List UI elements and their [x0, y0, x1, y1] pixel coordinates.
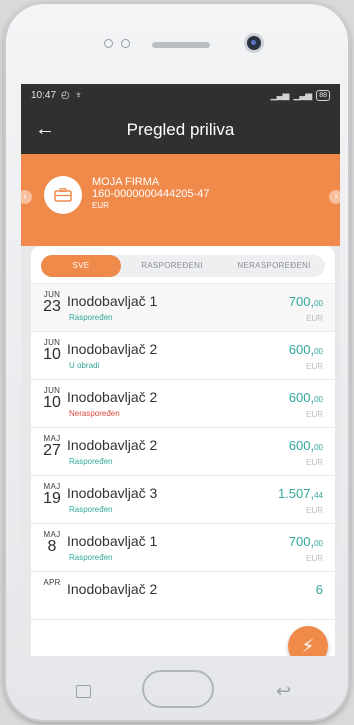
- tab-assigned[interactable]: RASPOREĐENI: [121, 255, 223, 277]
- transaction-row[interactable]: JUN 10 Inodobavljač 2 U obradi 600,00 EU…: [31, 332, 335, 380]
- row-amount-dec: 00: [314, 443, 323, 452]
- back-button[interactable]: ↩: [276, 681, 291, 702]
- sensor-dots: [104, 39, 130, 48]
- row-day: 19: [43, 490, 61, 507]
- filter-tabs: SVE RASPOREĐENI NERASPOREĐENI: [41, 255, 325, 277]
- row-payer: Inodobavljač 1: [67, 533, 158, 549]
- row-amount-int: 700,: [288, 294, 315, 309]
- row-payer: Inodobavljač 2: [67, 581, 158, 597]
- row-amount: 600,00: [289, 342, 323, 357]
- account-name: MOJA FIRMA: [92, 176, 160, 188]
- row-amount-dec: 00: [314, 347, 323, 356]
- row-date: APR: [39, 578, 65, 587]
- row-amount-dec: 00: [314, 395, 323, 404]
- chevron-left-icon[interactable]: ‹: [21, 190, 32, 204]
- row-amount-dec: 00: [314, 299, 323, 308]
- row-amount: 700,00: [289, 534, 323, 549]
- battery-icon: 88: [316, 89, 330, 101]
- account-info[interactable]: MOJA FIRMA 160-0000000444205-47 EUR: [92, 176, 209, 212]
- row-date: JUN 10: [39, 338, 65, 363]
- row-day: 23: [43, 298, 61, 315]
- row-currency: EUR: [306, 554, 323, 563]
- row-payer: Inodobavljač 2: [67, 341, 158, 357]
- transaction-row[interactable]: MAJ 27 Inodobavljač 2 Raspoređen 600,00 …: [31, 428, 335, 476]
- briefcase-icon: [44, 176, 82, 214]
- tab-all[interactable]: SVE: [41, 255, 121, 277]
- earpiece-speaker: [152, 42, 210, 48]
- tab-unassigned[interactable]: NERASPOREĐENI: [223, 255, 325, 277]
- app-bar: ← Pregled priliva: [21, 106, 340, 154]
- transaction-row[interactable]: MAJ 8 Inodobavljač 1 Raspoređen 700,00 E…: [31, 524, 335, 572]
- row-date: MAJ 19: [39, 482, 65, 507]
- row-amount-int: 700,: [288, 534, 315, 549]
- app-screen: 10:47 ◴ ♆ ▁▃▅ ▁▃▅ 88 ← Pregled priliva ‹: [21, 84, 340, 656]
- row-amount-int: 6: [315, 582, 323, 597]
- row-status: Raspoređen: [69, 553, 113, 562]
- row-day: 10: [43, 346, 61, 363]
- row-amount-int: 600,: [288, 438, 315, 453]
- arrow-left-icon[interactable]: ←: [35, 118, 55, 140]
- chevron-right-icon[interactable]: ›: [329, 190, 340, 204]
- row-payer: Inodobavljač 2: [67, 389, 158, 405]
- notification-icon: ♆: [74, 89, 83, 101]
- row-status: Raspoređen: [69, 313, 113, 322]
- row-amount: 700,00: [289, 294, 323, 309]
- alarm-icon: ◴: [61, 89, 70, 101]
- transactions-card: SVE RASPOREĐENI NERASPOREĐENI JUN 23 Ino…: [31, 246, 335, 656]
- row-amount-int: 600,: [288, 342, 315, 357]
- transaction-row[interactable]: APR Inodobavljač 2 6: [31, 572, 335, 620]
- account-currency: EUR: [92, 201, 109, 210]
- row-amount-int: 1.507,: [277, 486, 315, 501]
- row-date: JUN 10: [39, 386, 65, 411]
- row-date: JUN 23: [39, 290, 65, 315]
- row-payer: Inodobavljač 2: [67, 437, 158, 453]
- row-currency: EUR: [306, 362, 323, 371]
- row-date: MAJ 8: [39, 530, 65, 555]
- recent-apps-button[interactable]: [76, 685, 91, 698]
- row-day: 10: [43, 394, 61, 411]
- transaction-row[interactable]: MAJ 19 Inodobavljač 3 Raspoređen 1.507,4…: [31, 476, 335, 524]
- row-currency: EUR: [306, 410, 323, 419]
- transaction-list: JUN 23 Inodobavljač 1 Raspoređen 700,00 …: [31, 283, 335, 620]
- row-amount-dec: 44: [314, 491, 323, 500]
- row-status: Neraspoređen: [69, 409, 120, 418]
- row-amount: 1.507,44: [278, 486, 323, 501]
- row-amount: 600,00: [289, 438, 323, 453]
- front-camera: [247, 36, 261, 50]
- row-payer: Inodobavljač 3: [67, 485, 158, 501]
- row-currency: EUR: [306, 506, 323, 515]
- transaction-row[interactable]: JUN 10 Inodobavljač 2 Neraspoređen 600,0…: [31, 380, 335, 428]
- transaction-row[interactable]: JUN 23 Inodobavljač 1 Raspoređen 700,00 …: [31, 284, 335, 332]
- row-amount: 6: [316, 582, 323, 597]
- row-status: Raspoređen: [69, 457, 113, 466]
- signal-icon-2: ▁▃▅: [293, 89, 312, 100]
- status-bar: 10:47 ◴ ♆ ▁▃▅ ▁▃▅ 88: [21, 84, 340, 106]
- signal-icon: ▁▃▅: [270, 89, 290, 100]
- home-button[interactable]: [142, 670, 214, 708]
- row-amount-int: 600,: [288, 390, 315, 405]
- status-time: 10:47: [31, 89, 57, 101]
- row-payer: Inodobavljač 1: [67, 293, 158, 309]
- row-amount-dec: 00: [314, 539, 323, 548]
- account-header: ‹ MOJA FIRMA 160-0000000444205-47 EUR ›: [21, 154, 340, 246]
- row-currency: EUR: [306, 314, 323, 323]
- page-title: Pregled priliva: [126, 120, 235, 139]
- row-amount: 600,00: [289, 390, 323, 405]
- row-status: Raspoređen: [69, 505, 113, 514]
- row-status: U obradi: [69, 361, 100, 370]
- row-month: APR: [43, 578, 61, 587]
- phone-frame: 10:47 ◴ ♆ ▁▃▅ ▁▃▅ 88 ← Pregled priliva ‹: [4, 2, 350, 722]
- row-date: MAJ 27: [39, 434, 65, 459]
- row-currency: EUR: [306, 458, 323, 467]
- account-number: 160-0000000444205-47: [92, 188, 210, 200]
- row-day: 27: [43, 442, 61, 459]
- row-day: 8: [47, 538, 57, 555]
